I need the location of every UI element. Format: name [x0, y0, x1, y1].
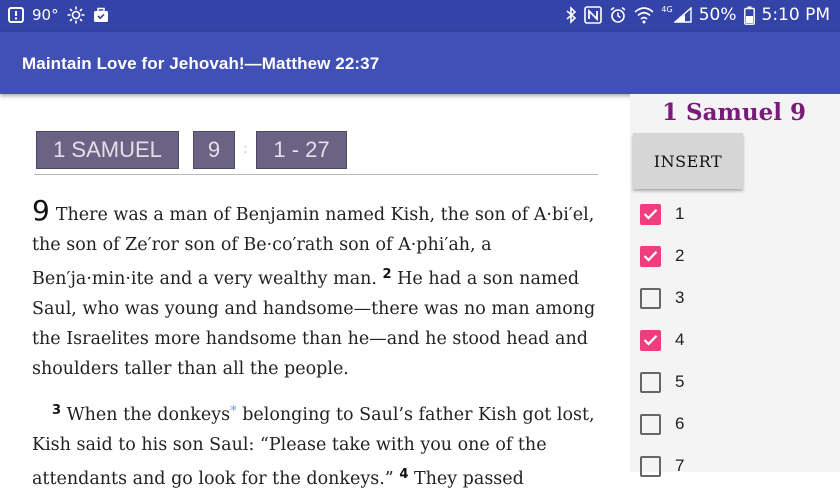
paragraph-2: 3 When the donkeys* belonging to Saul’s … — [32, 396, 598, 494]
sun-icon — [67, 6, 85, 24]
verse-2-number: 2 — [382, 267, 392, 282]
checkbox-unchecked[interactable] — [640, 413, 661, 435]
wifi-icon — [634, 6, 654, 24]
verse-checkbox-row[interactable]: 7 — [640, 454, 684, 478]
checkbox-unchecked[interactable] — [640, 287, 661, 309]
picker-divider — [34, 174, 598, 175]
check-icon — [643, 209, 658, 220]
verse-range-picker[interactable]: 1 - 27 — [256, 131, 347, 169]
chapter-picker[interactable]: 9 — [193, 131, 235, 169]
verse-checkbox-row[interactable]: 5 — [640, 370, 684, 394]
checkbox-checked[interactable] — [640, 203, 661, 225]
temperature: 90° — [32, 6, 59, 24]
bluetooth-icon — [565, 6, 577, 24]
checkbox-checked[interactable] — [640, 329, 661, 351]
verse-checkbox-row[interactable]: 4 — [640, 328, 684, 352]
verse-4-number: 4 — [399, 467, 409, 482]
check-icon — [643, 251, 658, 262]
clock: 5:10 PM — [761, 5, 831, 25]
briefcase-icon — [93, 7, 109, 23]
checkbox-unchecked[interactable] — [640, 371, 661, 393]
paragraph-1: 9 There was a man of Benjamin named Kish,… — [32, 196, 598, 384]
verse-checkbox-label: 1 — [675, 204, 685, 223]
network-type: 4G — [661, 4, 673, 14]
verse-checkbox-label: 5 — [675, 372, 685, 391]
book-picker[interactable]: 1 SAMUEL — [36, 131, 179, 169]
insert-button[interactable]: INSERT — [633, 133, 743, 189]
signal-icon: 4G — [661, 4, 692, 23]
alert-icon — [8, 7, 24, 23]
verse-checkbox-label: 6 — [675, 414, 685, 433]
picker-separator: : — [243, 141, 248, 157]
verse-checkbox-row[interactable]: 6 — [640, 412, 684, 436]
verse-checkbox-row[interactable]: 3 — [640, 286, 684, 310]
status-left: 90° — [8, 6, 109, 24]
verse-checkbox-row[interactable]: 1 — [640, 202, 684, 226]
battery-icon — [743, 6, 755, 25]
verse-4-text: They passed — [413, 469, 524, 489]
status-right: 4G 50% 5:10 PM — [565, 5, 830, 25]
app-title: Maintain Love for Jehovah!—Matthew 22:37 — [22, 54, 380, 73]
alarm-icon — [609, 6, 627, 24]
status-bar: 90° 4G 50% 5:10 PM — [0, 0, 840, 32]
battery-percent: 50% — [698, 5, 737, 25]
scripture-text: 9 There was a man of Benjamin named Kish,… — [32, 196, 598, 494]
checkbox-checked[interactable] — [640, 245, 661, 267]
verse-checkbox-label: 7 — [675, 456, 685, 475]
app-bar: Maintain Love for Jehovah!—Matthew 22:37 — [0, 32, 840, 94]
verse-checkbox-label: 2 — [675, 246, 685, 265]
sidebar-title: 1 Samuel 9 — [662, 99, 806, 126]
verse-checkbox-label: 4 — [675, 330, 685, 349]
check-icon — [643, 335, 658, 346]
verse-checkbox-row[interactable]: 2 — [640, 244, 684, 268]
checkbox-unchecked[interactable] — [640, 455, 661, 477]
chapter-number: 9 — [32, 194, 50, 227]
nfc-icon — [584, 6, 603, 24]
verse-3-number: 3 — [52, 403, 62, 418]
verse-checkbox-label: 3 — [675, 288, 685, 307]
footnote-link[interactable]: * — [230, 404, 237, 419]
verse-3-text-a: When the donkeys — [66, 405, 231, 425]
